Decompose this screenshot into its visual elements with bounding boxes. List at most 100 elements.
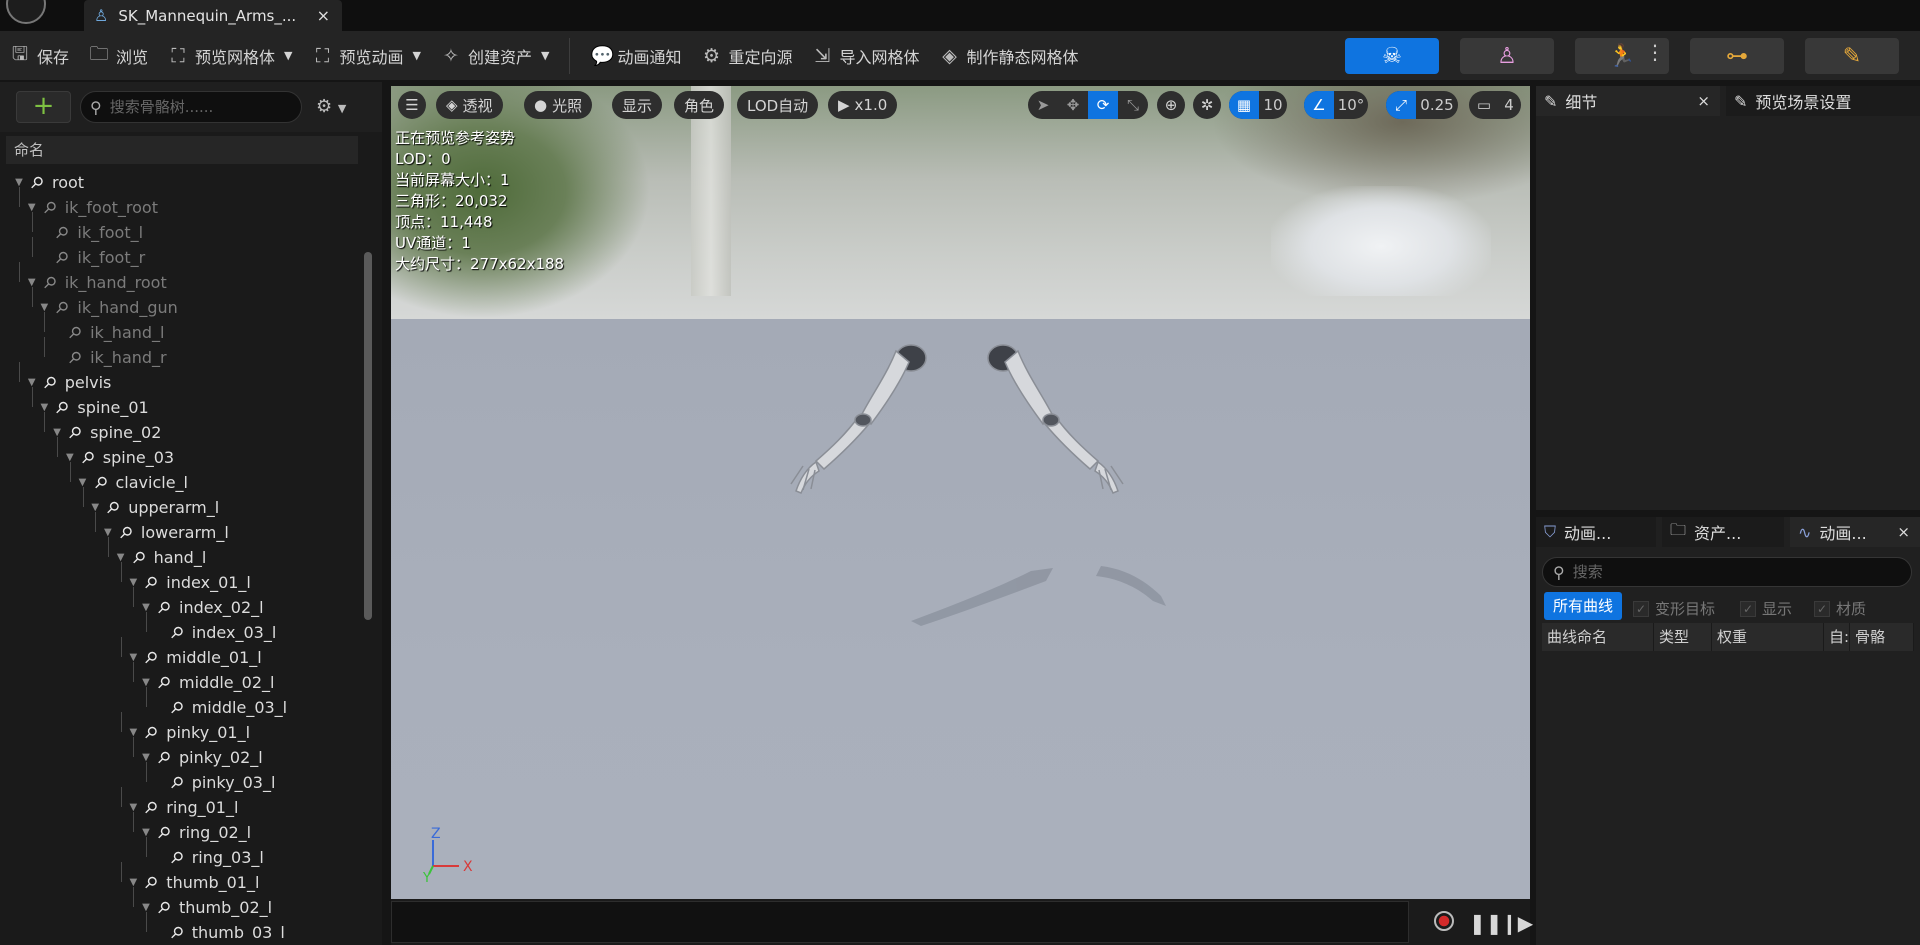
character-button[interactable]: 角色 bbox=[674, 91, 725, 119]
tab-details[interactable]: ✎ 细节 × bbox=[1536, 86, 1720, 116]
tab-assets[interactable]: 🗀 资产... bbox=[1662, 517, 1784, 547]
bone-row[interactable]: ▼ ⚲ index_02_l bbox=[139, 595, 263, 620]
bone-row[interactable]: ▼ ⚲ spine_03 bbox=[63, 445, 174, 470]
perspective-button[interactable]: ◈ 透视 bbox=[436, 91, 503, 119]
bone-row[interactable]: ▼ ⚲ pinky_02_l bbox=[139, 745, 263, 770]
bone-row[interactable]: ▼ ⚲ spine_01 bbox=[37, 395, 149, 420]
viewport[interactable]: ☰ ◈ 透视 ● 光照 显示 角色 LOD自动 ▶ x1.0 ➤ ✥ ⟳ ⤡ ⊕ ✲ … bbox=[391, 86, 1530, 899]
bone-row[interactable]: ⚲ ik_foot_l bbox=[37, 220, 144, 245]
timeline-area[interactable] bbox=[391, 901, 1409, 943]
world-local-toggle[interactable]: ⊕ bbox=[1157, 91, 1185, 119]
rotate-snap-control[interactable]: ∠ 10° bbox=[1304, 91, 1368, 119]
pause-button[interactable]: ❚❚ bbox=[1469, 911, 1503, 935]
select-tool-icon[interactable]: ➤ bbox=[1028, 96, 1058, 114]
bone-row[interactable]: ▼ ⚲ ik_hand_root bbox=[25, 270, 167, 295]
scale-tool-icon[interactable]: ⤡ bbox=[1118, 96, 1148, 114]
skeleton-search-input[interactable] bbox=[109, 98, 280, 116]
bone-row[interactable]: ▼ ⚲ hand_l bbox=[114, 545, 207, 570]
snap-icon: ✲ bbox=[1200, 96, 1214, 114]
bone-row[interactable]: ⚲ thumb_03_l bbox=[152, 920, 285, 940]
create-asset-dropdown[interactable]: ✧ 创建资产 ▼ bbox=[431, 31, 559, 80]
bone-row[interactable]: ▼ ⚲ clavicle_l bbox=[76, 470, 188, 495]
close-details-icon[interactable]: × bbox=[1697, 92, 1710, 110]
record-button[interactable] bbox=[1434, 911, 1454, 936]
bone-row[interactable]: ▼ ⚲ root bbox=[12, 170, 84, 195]
physics-mode-button[interactable]: ✎ bbox=[1805, 38, 1899, 74]
checkbox[interactable]: ✓ bbox=[1740, 600, 1756, 617]
bone-row[interactable]: ⚲ ik_foot_r bbox=[37, 245, 146, 270]
bone-row[interactable]: ▼ ⚲ ring_01_l bbox=[126, 795, 238, 820]
checkbox[interactable]: ✓ bbox=[1633, 600, 1649, 617]
step-forward-button[interactable]: ❙▶ bbox=[1501, 911, 1533, 935]
bone-row[interactable]: ⚲ index_03_l bbox=[152, 620, 276, 645]
bone-row[interactable]: ⚲ pinky_03_l bbox=[152, 770, 276, 795]
show-filter[interactable]: ✓ 显示 bbox=[1740, 598, 1792, 619]
browse-button[interactable]: 🗀 浏览 bbox=[79, 31, 158, 80]
tab-anim-curves[interactable]: ∿ 动画... × bbox=[1790, 517, 1920, 547]
preview-anim-dropdown[interactable]: ⛶ 预览动画 ▼ bbox=[303, 31, 431, 80]
rotate-tool-icon[interactable]: ⟳ bbox=[1088, 91, 1118, 119]
bone-row[interactable]: ⚲ ik_hand_r bbox=[50, 345, 166, 370]
bone-row[interactable]: ▼ ⚲ index_01_l bbox=[126, 570, 250, 595]
show-button[interactable]: 显示 bbox=[612, 91, 663, 119]
bone-row[interactable]: ▼ ⚲ lowerarm_l bbox=[101, 520, 229, 545]
tab-preview-scene[interactable]: ✎ 预览场景设置 bbox=[1726, 86, 1920, 116]
all-curves-button[interactable]: 所有曲线 bbox=[1544, 592, 1622, 620]
bone-row[interactable]: ▼ ⚲ upperarm_l bbox=[88, 495, 219, 520]
settings-gear-icon[interactable]: ⚙ ▼ bbox=[316, 96, 346, 117]
camera-speed-control[interactable]: ▭ 4 bbox=[1469, 91, 1521, 119]
bone-row[interactable]: ▼ ⚲ thumb_02_l bbox=[139, 895, 272, 920]
lod-button[interactable]: LOD自动 bbox=[737, 91, 819, 119]
column-auto[interactable]: 自: bbox=[1824, 623, 1850, 651]
lighting-button[interactable]: ● 光照 bbox=[524, 91, 593, 119]
column-weight[interactable]: 权重 bbox=[1712, 623, 1824, 651]
surface-snap-toggle[interactable]: ✲ bbox=[1193, 91, 1221, 119]
bone-row[interactable]: ▼ ⚲ thumb_01_l bbox=[126, 870, 259, 895]
mesh-mode-button[interactable]: ♙ bbox=[1460, 38, 1554, 74]
checkbox[interactable]: ✓ bbox=[1814, 600, 1830, 617]
bone-label: pinky_01_l bbox=[166, 723, 251, 742]
column-type[interactable]: 类型 bbox=[1654, 623, 1712, 651]
anim-notify-button[interactable]: 💬 动画通知 bbox=[580, 31, 691, 80]
close-curves-icon[interactable]: × bbox=[1897, 523, 1910, 541]
more-options-icon[interactable]: ⋮ bbox=[1645, 40, 1665, 72]
bone-row[interactable]: ▼ ⚲ pelvis bbox=[25, 370, 112, 395]
scale-snap-control[interactable]: ⤢ 0.25 bbox=[1386, 91, 1458, 119]
column-curve-name[interactable]: 曲线命名 bbox=[1542, 623, 1654, 651]
blueprint-mode-button[interactable]: ⊶ bbox=[1690, 38, 1784, 74]
close-tab-icon[interactable]: × bbox=[317, 6, 330, 25]
skeleton-mode-button[interactable]: ☠ bbox=[1345, 38, 1439, 74]
column-header-name[interactable]: 命名 bbox=[6, 136, 358, 164]
grid-snap-control[interactable]: ▦ 10 bbox=[1229, 91, 1287, 119]
translate-tool-icon[interactable]: ✥ bbox=[1058, 96, 1088, 114]
bone-row[interactable]: ▼ ⚲ ik_hand_gun bbox=[37, 295, 178, 320]
play-speed-button[interactable]: ▶ x1.0 bbox=[828, 91, 898, 119]
bone-row[interactable]: ⚲ ring_03_l bbox=[152, 845, 264, 870]
curve-search-input[interactable] bbox=[1572, 563, 1873, 581]
preview-mesh-dropdown[interactable]: ⛶ 预览网格体 ▼ bbox=[158, 31, 302, 80]
add-bone-button[interactable]: + bbox=[16, 91, 71, 123]
material-filter[interactable]: ✓ 材质 bbox=[1814, 598, 1866, 619]
skeleton-search-box[interactable]: ⚲ bbox=[80, 91, 302, 123]
viewport-menu-button[interactable]: ☰ bbox=[398, 91, 426, 119]
tab-anim-1[interactable]: ⛉ 动画... bbox=[1536, 517, 1656, 547]
bone-row[interactable]: ▼ ⚲ spine_02 bbox=[50, 420, 161, 445]
curve-search-box[interactable]: ⚲ bbox=[1542, 557, 1912, 587]
bone-row[interactable]: ▼ ⚲ middle_02_l bbox=[139, 670, 274, 695]
retarget-source-button[interactable]: ⚙ 重定向源 bbox=[692, 31, 803, 80]
bone-row[interactable]: ▼ ⚲ pinky_01_l bbox=[126, 720, 250, 745]
bone-row[interactable]: ▼ ⚲ ik_foot_root bbox=[25, 195, 158, 220]
tree-scrollbar[interactable] bbox=[364, 252, 372, 620]
perspective-label: 透视 bbox=[462, 96, 493, 115]
bone-row[interactable]: ▼ ⚲ middle_01_l bbox=[126, 645, 261, 670]
save-button[interactable]: 🖫 保存 bbox=[0, 31, 79, 80]
morph-targets-filter[interactable]: ✓ 变形目标 bbox=[1633, 598, 1715, 619]
make-static-mesh-button[interactable]: ◈ 制作静态网格体 bbox=[930, 31, 1089, 80]
import-mesh-button[interactable]: ⇲ 导入网格体 bbox=[803, 31, 930, 80]
bone-row[interactable]: ⚲ ik_hand_l bbox=[50, 320, 164, 345]
bone-row[interactable]: ▼ ⚲ ring_02_l bbox=[139, 820, 251, 845]
bone-row[interactable]: ⚲ middle_03_l bbox=[152, 695, 287, 720]
unreal-logo-icon[interactable] bbox=[6, 0, 46, 24]
asset-tab[interactable]: ♙ SK_Mannequin_Arms_... × bbox=[84, 0, 342, 31]
column-bone[interactable]: 骨骼 bbox=[1850, 623, 1914, 651]
